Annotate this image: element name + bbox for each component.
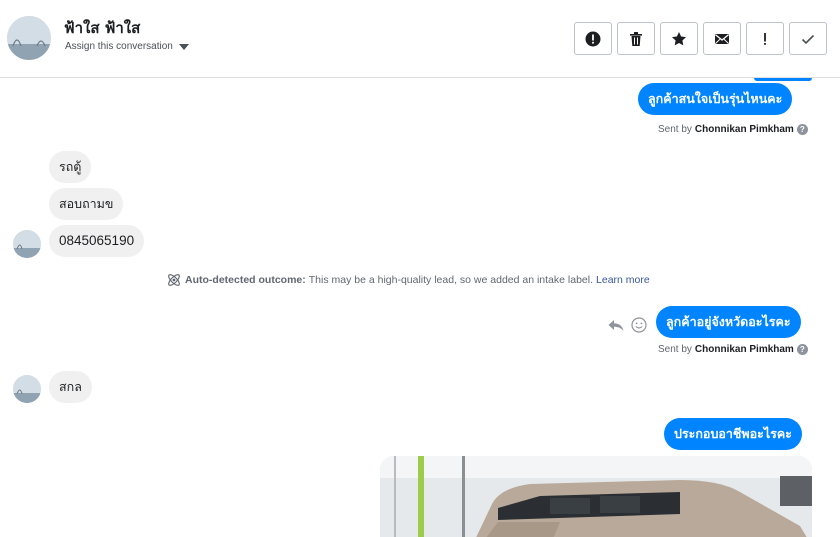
conversation-header: ฟ้าใส ฟ้าใส Assign this conversation [0,0,840,78]
reply-icon[interactable] [607,317,625,333]
assign-conversation-dropdown[interactable]: Assign this conversation [65,41,189,52]
previous-message-edge [754,78,812,81]
outgoing-message[interactable]: ลูกค้าสนใจเป็นรุ่นไหนคะ [638,83,793,115]
outgoing-message[interactable]: ลูกค้าอยู่จังหวัดอะไรคะ [656,306,801,338]
outcome-title: Auto-detected outcome: [185,274,306,286]
learn-more-link[interactable]: Learn more [596,274,650,286]
envelope-icon [715,33,729,44]
van-photo-attachment[interactable] [380,456,812,537]
outgoing-message[interactable]: ประกอบอาชีพอะไรคะ [664,418,802,450]
spam-button[interactable] [574,22,612,55]
exclamation-icon [764,32,766,45]
assign-label: Assign this conversation [65,41,173,52]
incoming-message[interactable]: สกล [49,371,92,403]
mark-done-button[interactable] [789,22,827,55]
alert-circle-icon [585,31,601,46]
star-button[interactable] [660,22,698,55]
sent-by-label: Sent by Chonnikan Pimkham ? [658,344,808,355]
emoji-icon[interactable] [631,317,647,333]
chevron-down-icon [178,43,189,50]
conversation-toolbar [574,22,827,55]
incoming-message[interactable]: 0845065190 [49,225,145,257]
sent-by-label: Sent by Chonnikan Pimkham ? [658,124,808,135]
message-actions [607,317,647,333]
help-icon[interactable]: ? [796,124,808,135]
sender-avatar[interactable] [13,230,41,258]
contact-name[interactable]: ฟ้าใส ฟ้าใส [64,16,140,40]
contact-avatar[interactable] [7,16,51,60]
incoming-message[interactable]: สอบถามข [49,188,124,220]
delete-button[interactable] [617,22,655,55]
mark-unread-button[interactable] [703,22,741,55]
check-icon [801,34,815,44]
help-icon[interactable]: ? [796,344,808,355]
atom-icon [168,274,180,286]
follow-up-button[interactable] [746,22,784,55]
incoming-message[interactable]: รถตู้ [49,151,92,183]
outcome-text: This may be a high-quality lead, so we a… [308,274,594,286]
sender-avatar[interactable] [13,375,41,403]
auto-detected-outcome-notice: Auto-detected outcome: This may be a hig… [166,272,650,288]
star-icon [672,31,686,45]
trash-icon [630,31,642,46]
